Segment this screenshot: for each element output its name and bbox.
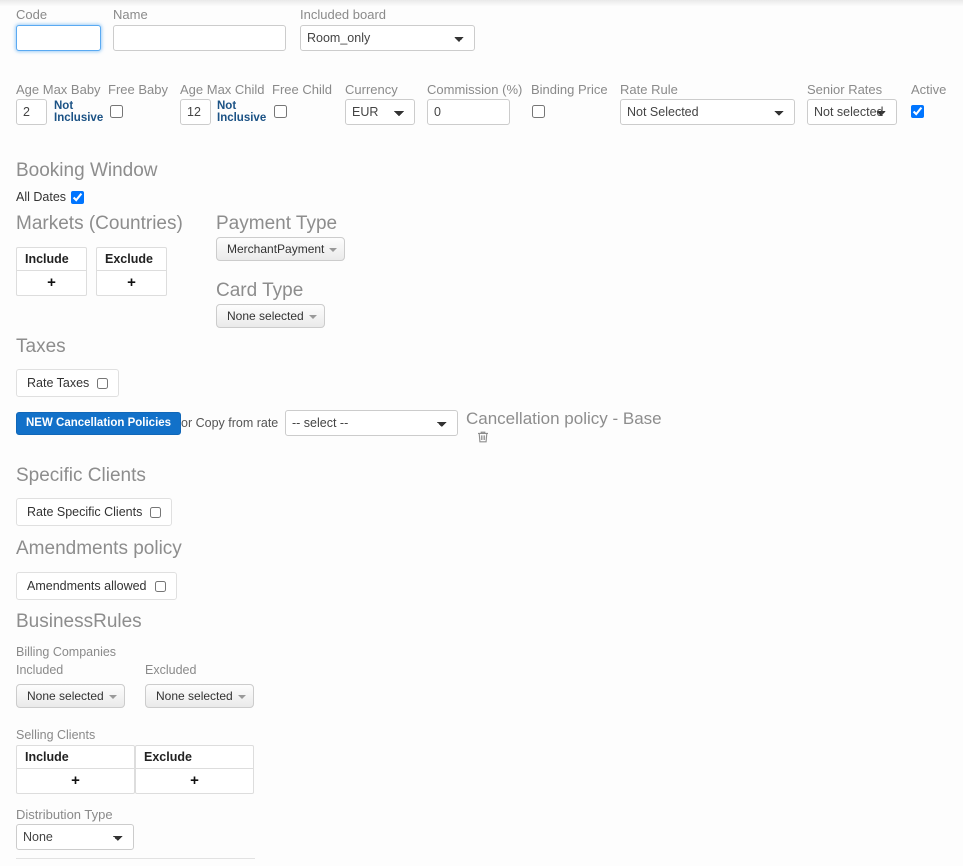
trash-icon[interactable] (475, 429, 491, 445)
free-baby-checkbox[interactable] (110, 105, 123, 118)
distribution-type-label: Distribution Type (16, 807, 113, 822)
rate-specific-clients-box[interactable]: Rate Specific Clients (16, 498, 173, 526)
selling-clients-include-table: Include + (16, 745, 135, 794)
currency-select[interactable]: EUR (345, 99, 415, 125)
markets-exclude-header: Exclude (97, 248, 166, 271)
rate-rule-label: Rate Rule (620, 82, 678, 97)
copy-from-rate-label: or Copy from rate (181, 416, 279, 430)
section-divider (16, 858, 255, 859)
taxes-heading: Taxes (16, 336, 66, 357)
free-child-label: Free Child (272, 82, 332, 97)
active-label: Active (911, 82, 947, 97)
binding-price-checkbox[interactable] (532, 105, 545, 118)
rate-taxes-checkbox[interactable] (97, 377, 109, 389)
name-label: Name (113, 7, 148, 22)
chevron-down-icon (108, 695, 117, 699)
specific-clients-heading: Specific Clients (16, 465, 146, 486)
billing-excluded-value: None selected (156, 689, 233, 703)
age-max-baby-inclusive-note: Not Inclusive (54, 100, 104, 124)
window-top-edge (0, 0, 963, 6)
card-type-dropdown[interactable]: None selected (216, 304, 325, 328)
chevron-down-icon (308, 315, 317, 319)
amendments-allowed-label: Amendments allowed (27, 579, 147, 593)
markets-include-header: Include (17, 248, 86, 271)
payment-type-heading: Payment Type (216, 213, 338, 234)
all-dates-checkbox[interactable] (71, 190, 85, 204)
active-checkbox[interactable] (911, 105, 924, 118)
included-board-select[interactable]: Room_only (300, 25, 475, 51)
baby-note-text: Not Inclusive (54, 100, 104, 124)
payment-type-value: MerchantPayment (227, 242, 325, 256)
billing-included-dropdown[interactable]: None selected (16, 684, 125, 708)
markets-exclude-table: Exclude + (96, 247, 167, 296)
rate-rule-select[interactable]: Not Selected (620, 99, 795, 125)
new-cancellation-policies-button[interactable]: NEW Cancellation Policies (16, 412, 182, 435)
markets-include-table: Include + (16, 247, 87, 296)
commission-input[interactable] (427, 99, 510, 125)
senior-rates-select[interactable]: Not selected (807, 99, 897, 125)
code-label: Code (16, 7, 48, 22)
selling-exclude-header: Exclude (136, 746, 253, 769)
markets-include-add-button[interactable]: + (17, 271, 86, 295)
binding-price-label: Binding Price (531, 82, 608, 97)
business-rules-heading: BusinessRules (16, 611, 142, 632)
all-dates-row: All Dates (16, 190, 85, 204)
child-note-text: Not Inclusive (217, 100, 267, 124)
rate-specific-clients-label: Rate Specific Clients (27, 505, 143, 519)
billing-excluded-dropdown[interactable]: None selected (145, 684, 254, 708)
selling-include-add-button[interactable]: + (17, 769, 134, 793)
included-board-label: Included board (300, 7, 387, 22)
markets-heading: Markets (Countries) (16, 213, 183, 234)
selling-include-header: Include (17, 746, 134, 769)
age-max-baby-input[interactable] (16, 99, 47, 125)
card-type-heading: Card Type (216, 280, 304, 301)
chevron-down-icon (237, 695, 246, 699)
amendments-allowed-box[interactable]: Amendments allowed (16, 572, 177, 600)
markets-exclude-add-button[interactable]: + (97, 271, 166, 295)
age-max-child-inclusive-note: Not Inclusive (217, 100, 267, 124)
billing-excluded-label: Excluded (145, 663, 197, 677)
senior-rates-label: Senior Rates (807, 82, 883, 97)
selling-clients-exclude-table: Exclude + (135, 745, 254, 794)
rate-taxes-label: Rate Taxes (27, 376, 90, 390)
card-type-value: None selected (227, 309, 304, 323)
code-input[interactable] (16, 25, 101, 51)
cancellation-policy-title: Cancellation policy - Base (466, 409, 662, 428)
billing-included-label: Included (16, 663, 64, 677)
payment-type-dropdown[interactable]: MerchantPayment (216, 237, 346, 261)
name-input[interactable] (113, 25, 286, 51)
currency-label: Currency (345, 82, 398, 97)
amendments-allowed-checkbox[interactable] (154, 580, 166, 592)
selling-exclude-add-button[interactable]: + (136, 769, 253, 793)
rate-taxes-box[interactable]: Rate Taxes (16, 369, 120, 397)
age-max-child-label: Age Max Child (180, 82, 265, 97)
selling-clients-label: Selling Clients (16, 728, 96, 742)
all-dates-label: All Dates (16, 190, 67, 204)
free-baby-label: Free Baby (108, 82, 168, 97)
age-max-baby-label: Age Max Baby (16, 82, 101, 97)
billing-included-value: None selected (27, 689, 104, 703)
copy-from-rate-select[interactable]: -- select -- (285, 410, 458, 436)
rate-specific-clients-checkbox[interactable] (150, 506, 162, 518)
distribution-type-select[interactable]: None (16, 824, 134, 850)
amendments-policy-heading: Amendments policy (16, 538, 182, 559)
booking-window-heading: Booking Window (16, 160, 158, 181)
billing-companies-label: Billing Companies (16, 645, 117, 659)
commission-label: Commission (%) (427, 82, 523, 97)
chevron-down-icon (329, 248, 338, 252)
age-max-child-input[interactable] (180, 99, 211, 125)
free-child-checkbox[interactable] (274, 105, 287, 118)
